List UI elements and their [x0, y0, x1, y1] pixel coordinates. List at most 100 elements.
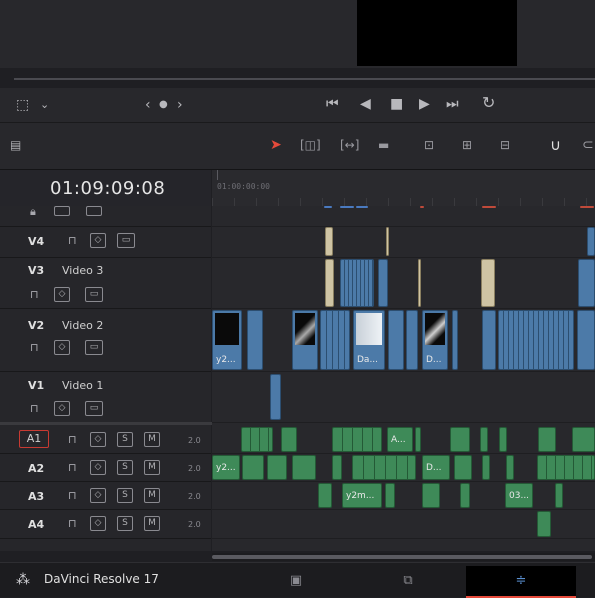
insert-clip-icon[interactable]: ⊡ [424, 137, 434, 153]
audio-clip[interactable] [385, 483, 395, 508]
track-header-a2[interactable]: A2 ⊓ ◇ S M 2.0 [0, 454, 211, 482]
audio-clip[interactable] [292, 455, 316, 480]
audio-clip[interactable] [537, 455, 595, 480]
video-clip[interactable] [587, 227, 595, 256]
lock-icon[interactable]: ⊓ [68, 490, 77, 502]
overwrite-clip-icon[interactable]: ⊞ [462, 137, 472, 153]
lock-icon[interactable]: ⊓ [30, 342, 39, 354]
track-monitor-icon[interactable] [86, 206, 102, 216]
auto-select-icon[interactable]: ◇ [54, 340, 70, 355]
go-to-end-icon[interactable]: ⏭ [446, 96, 459, 112]
video-clip[interactable] [388, 310, 404, 370]
mute-button[interactable]: M [144, 516, 160, 531]
video-clip[interactable] [498, 310, 574, 370]
audio-clip[interactable] [450, 427, 470, 452]
track-id[interactable]: A1 [19, 430, 49, 448]
title-clip[interactable] [481, 259, 495, 307]
video-clip[interactable] [340, 259, 374, 307]
solo-button[interactable]: S [117, 488, 133, 503]
selection-arrow-icon[interactable]: ➤ [270, 137, 282, 153]
audio-clip[interactable] [480, 427, 488, 452]
linked-selection-icon[interactable]: ⊂ [582, 137, 594, 153]
timeline-ruler[interactable]: 01:00:00:00 [212, 170, 595, 206]
timeline-tracks[interactable]: y2... Da... D... A... y2... D... y2m... … [212, 206, 595, 551]
lock-icon[interactable]: 🔒︎ [30, 206, 36, 218]
page-tab-media[interactable]: ▣ [241, 566, 351, 596]
video-clip[interactable]: y2... [212, 310, 242, 370]
audio-clip[interactable] [332, 427, 382, 452]
page-tab-edit[interactable]: ≑ [466, 566, 576, 598]
stop-icon[interactable]: ■ [390, 96, 403, 112]
play-icon[interactable]: ▶ [419, 96, 430, 112]
play-reverse-icon[interactable]: ◀ [360, 96, 371, 112]
title-clip[interactable] [386, 227, 389, 256]
title-clip[interactable] [325, 259, 334, 307]
lock-icon[interactable]: ⊓ [68, 434, 77, 446]
video-clip[interactable] [247, 310, 263, 370]
auto-select-icon[interactable]: ◇ [54, 287, 70, 302]
video-clip[interactable]: D... [422, 310, 448, 370]
track-monitor-icon[interactable]: ▭ [85, 287, 103, 302]
lock-icon[interactable]: ⊓ [68, 462, 77, 474]
track-monitor-icon[interactable]: ▭ [85, 340, 103, 355]
video-clip[interactable] [406, 310, 418, 370]
audio-clip[interactable]: 03... [505, 483, 533, 508]
lock-icon[interactable]: ⊓ [30, 403, 39, 415]
auto-select-icon[interactable]: ◇ [90, 233, 106, 248]
trim-edit-icon[interactable]: [◫] [300, 137, 321, 153]
audio-clip[interactable]: D... [422, 455, 450, 480]
go-to-start-icon[interactable]: ⏮ [326, 96, 339, 112]
auto-select-icon[interactable]: ◇ [54, 401, 70, 416]
lock-icon[interactable]: ⊓ [68, 518, 77, 530]
audio-clip[interactable] [460, 483, 470, 508]
timeline-horizontal-scrollbar[interactable] [212, 553, 595, 561]
mute-button[interactable]: M [144, 460, 160, 475]
audio-clip[interactable]: y2m... [342, 483, 382, 508]
video-clip[interactable] [320, 310, 350, 370]
track-monitor-icon[interactable]: ▭ [117, 233, 135, 248]
track-header-v1[interactable]: V1 Video 1 ⊓ ◇ ▭ [0, 372, 211, 423]
track-header-a4[interactable]: A4 ⊓ ◇ S M 2.0 [0, 510, 211, 539]
audio-clip[interactable] [267, 455, 287, 480]
track-header-a1[interactable]: A1 ⊓ ◇ S M 2.0 [0, 426, 211, 454]
replace-clip-icon[interactable]: ⊟ [500, 137, 510, 153]
audio-clip[interactable] [352, 455, 416, 480]
next-clip-button[interactable]: › [177, 97, 183, 113]
video-clip[interactable] [452, 310, 458, 370]
dynamic-trim-icon[interactable]: [↔] [340, 137, 359, 153]
video-clip[interactable] [292, 310, 318, 370]
audio-clip[interactable] [415, 427, 421, 452]
track-monitor-icon[interactable]: ▭ [85, 401, 103, 416]
video-clip[interactable]: Da... [353, 310, 385, 370]
track-header-v3[interactable]: V3 Video 3 ⊓ ◇ ▭ [0, 258, 211, 309]
auto-select-icon[interactable]: ◇ [90, 488, 106, 503]
video-clip[interactable] [378, 259, 388, 307]
lock-icon[interactable]: ⊓ [30, 289, 39, 301]
page-tab-cut[interactable]: ⧉ [353, 566, 463, 596]
prev-clip-button[interactable]: ‹ [145, 97, 151, 113]
track-header-a3[interactable]: A3 ⊓ ◇ S M 2.0 [0, 482, 211, 510]
audio-clip[interactable] [572, 427, 595, 452]
audio-clip[interactable] [482, 455, 490, 480]
audio-clip[interactable] [538, 427, 556, 452]
timeline-timecode[interactable]: 01:09:09:08 [50, 178, 165, 199]
solo-button[interactable]: S [117, 432, 133, 447]
viewer-screen[interactable] [357, 0, 517, 66]
audio-clip[interactable] [555, 483, 563, 508]
audio-clip[interactable] [454, 455, 472, 480]
audio-clip[interactable]: A... [387, 427, 413, 452]
audio-clip[interactable] [332, 455, 342, 480]
video-clip[interactable] [482, 310, 496, 370]
audio-clip[interactable] [422, 483, 440, 508]
title-clip[interactable] [325, 227, 333, 256]
solo-button[interactable]: S [117, 516, 133, 531]
track-header-v2[interactable]: V2 Video 2 ⊓ ◇ ▭ [0, 309, 211, 372]
audio-clip[interactable] [506, 455, 514, 480]
blade-icon[interactable]: ▬ [378, 137, 389, 153]
track-label[interactable]: Video 2 [62, 319, 103, 332]
video-clip[interactable] [270, 374, 281, 420]
video-clip[interactable] [578, 259, 595, 307]
chevron-down-icon[interactable]: ⌄ [40, 97, 49, 113]
scrollbar-thumb[interactable] [212, 555, 592, 559]
timeline-view-options-icon[interactable]: ▤ [10, 137, 21, 153]
